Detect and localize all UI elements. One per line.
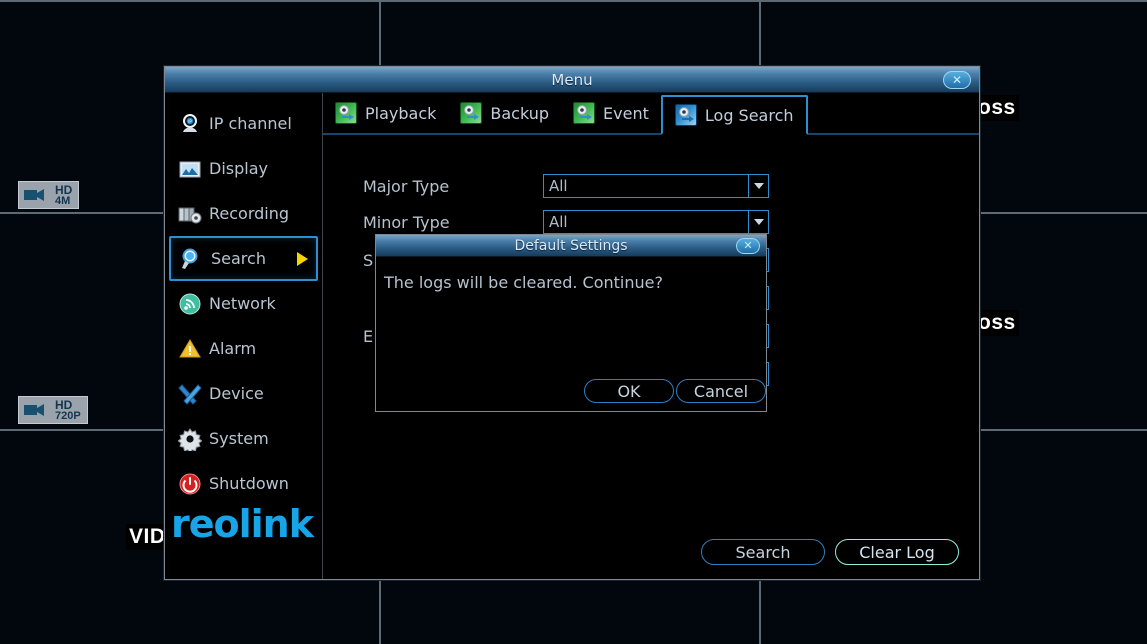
dialog-message: The logs will be cleared. Continue? — [384, 273, 663, 292]
chevron-down-icon[interactable] — [748, 175, 768, 197]
cam-res-line2: 720P — [55, 409, 81, 422]
tab-label: Log Search — [704, 105, 794, 125]
sidebar-item-label: Shutdown — [209, 474, 289, 493]
dialog-title: Default Settings — [514, 238, 628, 254]
dialog-titlebar: Default Settings ✕ — [376, 235, 766, 257]
sidebar-item-label: Recording — [209, 204, 290, 223]
gear-arrow-icon — [573, 102, 596, 124]
gear-arrow-icon — [335, 102, 357, 124]
menu-titlebar: Menu ✕ — [165, 67, 979, 93]
major-type-label: Major Type — [363, 176, 450, 196]
tab-event[interactable]: Event — [561, 93, 661, 133]
sidebar-item-label: System — [209, 429, 269, 448]
sidebar-item-ip-channel[interactable]: IP IP channel — [169, 101, 318, 146]
field-row-major-type: Major Type All — [363, 173, 955, 199]
svg-text:IP: IP — [188, 119, 192, 124]
power-shutdown-icon — [177, 471, 203, 497]
minor-type-value: All — [549, 213, 568, 231]
sidebar-item-display[interactable]: Display — [169, 146, 318, 191]
sidebar-item-search[interactable]: Search — [169, 236, 318, 281]
ok-button[interactable]: OK — [584, 379, 674, 403]
gear-arrow-icon — [674, 104, 697, 126]
sidebar-item-label: Search — [211, 249, 266, 268]
tab-log-search[interactable]: Log Search — [660, 95, 808, 135]
video-loss-overlay-right-mid: oss — [975, 310, 1019, 336]
dialog-actions: OK Cancel — [584, 379, 766, 403]
sidebar-item-label: Device — [209, 384, 264, 403]
tabstrip: Playback Backup Event Log Search — [323, 93, 979, 135]
alarm-warning-icon — [177, 336, 203, 362]
minor-type-label: Minor Type — [363, 212, 450, 232]
camera-icon — [20, 398, 50, 422]
window-title: Menu — [551, 71, 593, 89]
device-tools-icon — [177, 381, 203, 407]
chevron-down-icon[interactable] — [748, 211, 768, 233]
major-type-value: All — [549, 177, 568, 195]
sidebar-item-label: Alarm — [209, 339, 257, 358]
sidebar-item-label: Display — [209, 159, 268, 178]
sidebar-item-label: Network — [209, 294, 276, 313]
form-actions: Search Clear Log — [701, 539, 959, 565]
tab-label: Event — [603, 103, 649, 123]
cancel-button[interactable]: Cancel — [676, 379, 766, 403]
ip-camera-icon: IP — [177, 111, 203, 137]
cam-resolution-label: HD 4M — [51, 182, 78, 207]
close-icon[interactable]: ✕ — [943, 71, 971, 89]
minor-type-select[interactable]: All — [543, 210, 769, 234]
sidebar-item-network[interactable]: Network — [169, 281, 318, 326]
tab-playback[interactable]: Playback — [323, 93, 448, 133]
video-loss-overlay-bottom-left: VID — [126, 524, 169, 550]
gear-arrow-icon — [460, 102, 483, 124]
sidebar-item-recording[interactable]: Recording — [169, 191, 318, 236]
cam-resolution-label: HD 720P — [51, 398, 86, 422]
default-settings-dialog: Default Settings ✕ The logs will be clea… — [375, 234, 767, 412]
system-gear-icon — [177, 426, 203, 452]
clear-log-button[interactable]: Clear Log — [835, 539, 959, 565]
search-button[interactable]: Search — [701, 539, 825, 565]
close-icon[interactable]: ✕ — [736, 238, 760, 254]
display-icon — [177, 156, 203, 182]
cam-badge-hd-4m: HD 4M — [18, 181, 80, 209]
network-signal-icon — [177, 291, 203, 317]
sidebar: IP IP channel Display Recording Search N… — [165, 93, 323, 579]
cam-res-line1: HD — [55, 182, 73, 197]
tab-label: Playback — [365, 103, 437, 123]
tab-backup[interactable]: Backup — [448, 93, 561, 133]
sidebar-item-alarm[interactable]: Alarm — [169, 326, 318, 371]
sidebar-item-device[interactable]: Device — [169, 371, 318, 416]
chevron-right-icon — [297, 251, 308, 266]
camera-icon — [20, 183, 50, 207]
tab-label: Backup — [490, 103, 550, 123]
reolink-logo: reolink — [171, 502, 314, 546]
sidebar-item-shutdown[interactable]: Shutdown — [169, 461, 318, 506]
field-row-minor-type: Minor Type All — [363, 209, 955, 235]
sidebar-item-system[interactable]: System — [169, 416, 318, 461]
video-loss-overlay-right-top: oss — [975, 95, 1019, 121]
cam-badge-hd-720p: HD 720P — [18, 396, 88, 424]
major-type-select[interactable]: All — [543, 174, 769, 198]
grid-divider-horizontal-top — [0, 0, 1147, 2]
search-magnifier-icon — [179, 246, 205, 272]
cam-res-line2: 4M — [55, 194, 71, 207]
sidebar-item-label: IP channel — [209, 114, 292, 133]
recording-icon — [177, 201, 203, 227]
cam-res-line1: HD — [55, 397, 73, 412]
